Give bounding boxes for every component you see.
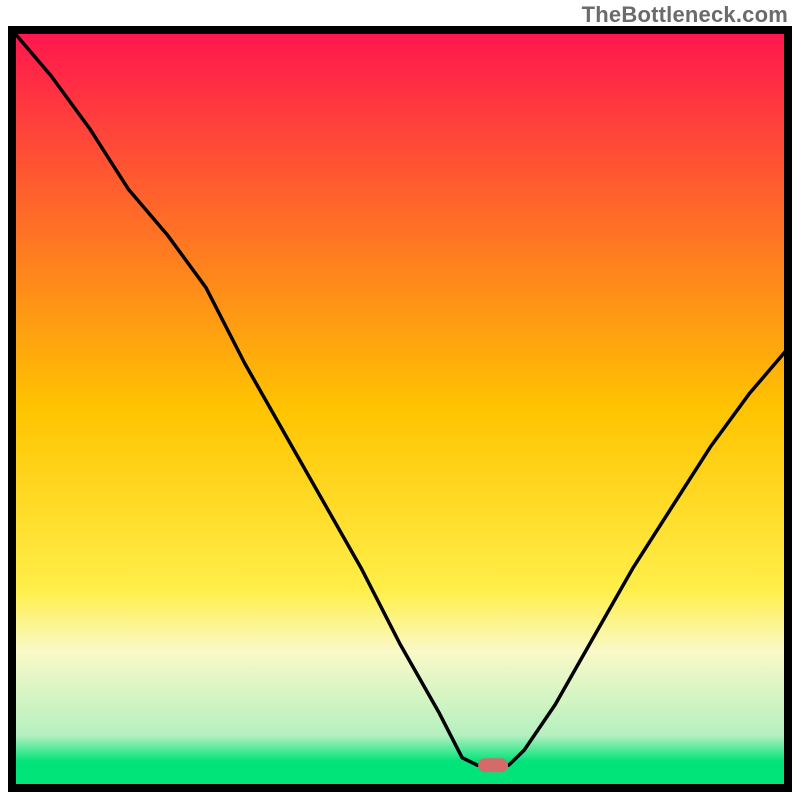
optimum-marker: [478, 758, 508, 772]
bottleneck-chart: [8, 26, 792, 796]
attribution-text: TheBottleneck.com: [582, 2, 788, 28]
plot-background: [12, 30, 788, 788]
